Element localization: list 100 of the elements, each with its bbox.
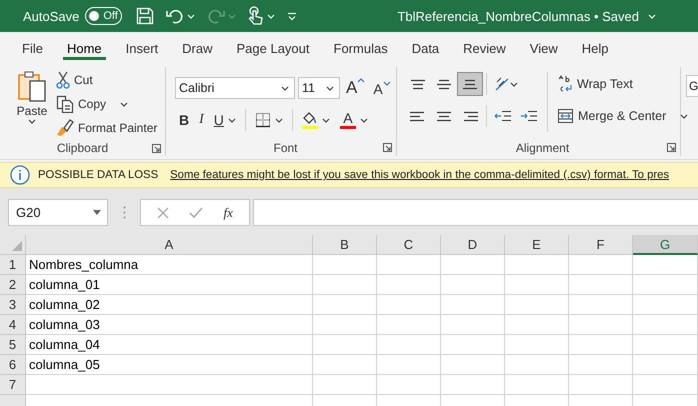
row-header[interactable]: 5: [0, 335, 26, 355]
grow-font-button[interactable]: A: [344, 76, 368, 100]
column-header[interactable]: B: [313, 235, 377, 255]
table-cell: [377, 295, 441, 315]
caret-icon: [680, 114, 688, 118]
borders-icon: [254, 112, 271, 128]
bottom-align-button[interactable]: [457, 72, 483, 96]
message-link[interactable]: Some features might be lost if you save this workbook in the comma-delimited (.csv) format. To pres: [170, 169, 670, 181]
document-title[interactable]: TblReferencia_NombreColumnas • Saved: [397, 8, 656, 24]
close-icon: [157, 206, 170, 218]
menu-tab[interactable]: Formulas: [322, 32, 400, 64]
column-header[interactable]: E: [505, 235, 569, 255]
table-cell: [633, 375, 698, 395]
menu-tab[interactable]: Insert: [114, 32, 170, 64]
row-header[interactable]: 1: [0, 255, 26, 275]
table-cell: [313, 355, 377, 375]
italic-button[interactable]: I: [195, 108, 208, 132]
caret-icon: [326, 86, 334, 90]
table-cell: columna_02: [26, 295, 313, 315]
table-cell: [313, 335, 377, 355]
bold-button[interactable]: B: [175, 108, 194, 132]
caret-icon: [228, 14, 236, 18]
insert-function-button[interactable]: fx: [224, 204, 233, 220]
table-cell: [569, 375, 633, 395]
row-header[interactable]: 2: [0, 275, 26, 295]
table-cell: [313, 275, 377, 295]
column-header[interactable]: C: [377, 235, 441, 255]
table-cell: [505, 375, 569, 395]
shrink-font-button[interactable]: A: [371, 76, 393, 100]
copy-icon: [56, 95, 74, 113]
menu-tab[interactable]: File: [10, 32, 55, 64]
group-label: Font: [273, 140, 298, 154]
table-cell: [633, 335, 698, 355]
name-box[interactable]: G20: [8, 199, 108, 226]
wrap-text-button[interactable]: Wrap Text: [554, 72, 636, 96]
menu-tab[interactable]: View: [518, 32, 570, 64]
table-cell: [377, 255, 441, 275]
caret-icon: [510, 82, 518, 86]
menu-tab[interactable]: Data: [400, 32, 452, 64]
copy-button[interactable]: Copy: [56, 92, 158, 116]
table-cell: [377, 275, 441, 295]
font-size-field[interactable]: 11: [298, 77, 340, 99]
table-cell: [633, 255, 698, 275]
cut-button[interactable]: Cut: [56, 68, 158, 92]
table-cell: Nombres_columna: [26, 255, 313, 275]
menu-tab[interactable]: Page Layout: [224, 32, 322, 64]
table-cell: columna_01: [26, 275, 313, 295]
autosave-toggle[interactable]: Off: [85, 7, 122, 25]
save-icon: [136, 7, 154, 25]
font-name-field[interactable]: Calibri: [175, 77, 295, 99]
column-header[interactable]: F: [569, 235, 633, 255]
menu-tab[interactable]: Home: [54, 32, 114, 64]
dialog-launcher-icon[interactable]: [383, 143, 392, 152]
fill-color-bar: [302, 126, 318, 128]
dropdown-icon: [93, 210, 101, 215]
drag-handle-icon[interactable]: [122, 206, 126, 219]
table-cell: [441, 355, 505, 375]
row-header[interactable]: 6: [0, 355, 26, 375]
row-header[interactable]: 7: [0, 375, 26, 395]
number-format-field[interactable]: G: [686, 75, 698, 97]
font-color-button[interactable]: A: [336, 108, 372, 132]
table-cell: [441, 315, 505, 335]
menu-tab[interactable]: Review: [451, 32, 518, 64]
decrease-indent-icon: [494, 109, 512, 123]
column-header[interactable]: A: [26, 235, 313, 255]
table-cell: [313, 375, 377, 395]
row-header[interactable]: 3: [0, 295, 26, 315]
column-header[interactable]: G: [633, 235, 698, 255]
table-cell: [441, 335, 505, 355]
table-cell: columna_05: [26, 355, 313, 375]
caret-icon: [648, 14, 656, 18]
dialog-launcher-icon[interactable]: [152, 144, 161, 153]
merge-center-button[interactable]: Merge & Center: [554, 104, 692, 128]
pointer-hand-icon: [248, 6, 264, 26]
menu-tab[interactable]: Draw: [170, 32, 224, 64]
formula-input[interactable]: [253, 199, 698, 226]
merge-cells-icon: [557, 108, 574, 124]
table-cell: [313, 295, 377, 315]
clipboard-icon: [17, 70, 47, 102]
row-header[interactable]: 4: [0, 315, 26, 335]
info-icon: [10, 165, 30, 185]
undo-icon: [166, 7, 184, 25]
paintbrush-icon: [56, 119, 74, 137]
table-cell: [633, 275, 698, 295]
table-cell: columna_04: [26, 335, 313, 355]
caret-icon: [120, 102, 128, 106]
caret-icon: [382, 81, 391, 86]
underline-button[interactable]: U: [210, 108, 240, 132]
dialog-launcher-icon[interactable]: [667, 143, 676, 152]
caret-icon: [360, 118, 368, 122]
menu-tab[interactable]: Help: [570, 32, 620, 64]
table-cell: [441, 295, 505, 315]
column-header[interactable]: D: [441, 235, 505, 255]
table-cell: [569, 335, 633, 355]
customize-icon: [287, 12, 298, 20]
scissors-icon: [56, 71, 70, 89]
paste-button[interactable]: Paste: [12, 70, 52, 140]
format-painter-button[interactable]: Format Painter: [56, 116, 158, 140]
message-title: POSSIBLE DATA LOSS: [38, 169, 158, 181]
checkmark-icon: [189, 207, 204, 218]
